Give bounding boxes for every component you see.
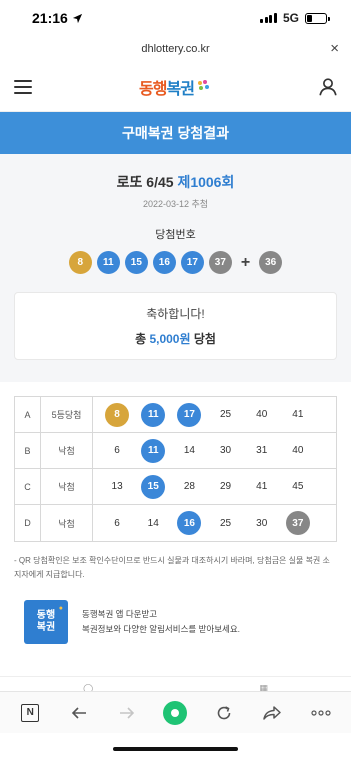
- promo-text: 동행복권 앱 다운받고 복권정보와 다양한 알림서비스를 받아보세요.: [82, 609, 241, 634]
- status-time: 21:16: [32, 10, 83, 26]
- green-dot-button[interactable]: [161, 699, 189, 727]
- home-indicator[interactable]: [113, 747, 238, 751]
- winning-ball: 11: [96, 251, 120, 274]
- ticket-number: 37: [285, 511, 310, 535]
- naver-home-button[interactable]: N: [16, 699, 44, 727]
- time-text: 21:16: [32, 10, 68, 26]
- winning-ball: 17: [180, 251, 204, 274]
- row-result: 5등당첨: [41, 397, 93, 432]
- network-label: 5G: [282, 11, 299, 25]
- n-icon: N: [21, 703, 40, 722]
- ticket-number: 25: [219, 409, 232, 420]
- share-button[interactable]: [258, 699, 286, 727]
- arrow-right-icon: [120, 706, 135, 719]
- ticket-number: 6: [114, 517, 120, 529]
- status-bar: 21:16 5G: [0, 0, 351, 36]
- status-indicators: 5G: [260, 11, 330, 25]
- site-logo[interactable]: 동행복권: [139, 75, 210, 99]
- logo-text: 동행복권: [139, 80, 195, 98]
- ticket-table: A 5등당첨 8 11 17 25 40 41 B 낙첨 6 11 14 30 31 40 C 낙첨 13 15 28 2…: [14, 396, 337, 542]
- user-icon[interactable]: [317, 76, 339, 98]
- row-numbers: 8 11 17 25 40 41: [93, 402, 336, 427]
- ticket-number: 14: [147, 517, 159, 529]
- ticket-row: A 5등당첨 8 11 17 25 40 41: [15, 397, 336, 433]
- arrow-left-icon: [71, 706, 86, 719]
- ticket-number: 41: [292, 409, 304, 420]
- winning-ball: 8: [68, 251, 92, 274]
- menu-icon[interactable]: [14, 79, 32, 94]
- ticket-row: B 낙첨 6 11 14 30 31 40: [15, 433, 336, 469]
- ticket-number: 40: [292, 445, 304, 456]
- ticket-row: D 낙첨 6 14 16 25 30 37: [15, 505, 336, 541]
- location-arrow-icon: [72, 13, 82, 23]
- ticket-row: C 낙첨 13 15 28 29 41 45: [15, 469, 336, 505]
- bonus-ball: 36: [259, 251, 283, 274]
- row-numbers: 6 11 14 30 31 40: [93, 438, 336, 463]
- more-icon: [311, 709, 331, 716]
- ticket-number: 14: [183, 445, 195, 456]
- ticket-number: 25: [219, 517, 232, 529]
- game-name: 로또 6/45: [116, 174, 174, 190]
- site-header: 동행복권: [0, 62, 351, 112]
- ticket-number: 17: [177, 402, 202, 427]
- url-text[interactable]: dhlottery.co.kr: [141, 43, 209, 55]
- row-letter: B: [15, 433, 41, 468]
- prize-box: 축하합니다! 총 5,000원 당첨: [14, 292, 337, 360]
- more-button[interactable]: [307, 699, 335, 727]
- winning-ball: 15: [124, 251, 148, 274]
- row-letter: D: [15, 505, 41, 541]
- forward-button[interactable]: [113, 699, 141, 727]
- close-icon[interactable]: ×: [330, 40, 339, 57]
- ticket-number: 11: [141, 438, 166, 463]
- ticket-number: 41: [256, 481, 268, 492]
- battery-icon: [305, 12, 330, 24]
- ticket-number: 16: [177, 511, 202, 535]
- game-title: 로또 6/45 제1006회: [14, 172, 337, 192]
- ticket-number: 11: [141, 402, 166, 427]
- signal-icon: [260, 13, 277, 23]
- congrats-message: 축하합니다!: [146, 307, 205, 321]
- green-dot-icon: [163, 700, 188, 725]
- app-promo[interactable]: ● 동행 복권 동행복권 앱 다운받고 복권정보와 다양한 알림서비스를 받아보세…: [24, 600, 327, 644]
- ticket-number: 6: [114, 445, 120, 456]
- ticket-number: 8: [105, 402, 130, 427]
- address-bar[interactable]: dhlottery.co.kr ×: [0, 36, 351, 62]
- app-icon[interactable]: ● 동행 복권: [24, 600, 68, 644]
- reload-button[interactable]: [210, 699, 238, 727]
- notice-text: - QR 당첨확인은 보조 확인수단이므로 반드시 실물과 대조하시기 바라며,…: [14, 556, 330, 579]
- row-letter: A: [15, 397, 41, 432]
- back-button[interactable]: [65, 699, 93, 727]
- row-result: 낙첨: [41, 433, 93, 468]
- prize-money: 5,000원: [149, 332, 191, 346]
- row-result: 낙첨: [41, 505, 93, 541]
- draw-date: 2022-03-12 추첨: [142, 199, 209, 209]
- page-title: 구매복권 당첨결과: [0, 112, 351, 154]
- ticket-number: 28: [183, 481, 195, 492]
- winning-numbers: 8 11 15 16 17 37 +36: [14, 251, 337, 274]
- share-icon: [263, 705, 282, 720]
- winning-ball: 16: [152, 251, 176, 274]
- browser-toolbar: N: [0, 691, 351, 733]
- logo-mark-icon: [197, 79, 209, 90]
- row-letter: C: [15, 469, 41, 504]
- ticket-number: 30: [219, 445, 232, 456]
- ticket-number: 31: [256, 445, 268, 456]
- ticket-number: 29: [219, 481, 232, 492]
- ticket-number: 30: [256, 517, 268, 529]
- ticket-number: 15: [141, 474, 166, 499]
- ticket-number: 45: [292, 481, 304, 492]
- winning-numbers-label: 당첨번호: [155, 229, 196, 241]
- result-summary: 로또 6/45 제1006회 2022-03-12 추첨 당첨번호 8 11 15 1…: [0, 154, 351, 382]
- row-numbers: 6 14 16 25 30 37: [93, 511, 336, 535]
- reload-icon: [217, 705, 231, 719]
- plus-sign: +: [240, 253, 251, 271]
- row-numbers: 13 15 28 29 41 45: [93, 474, 336, 499]
- game-round: 제1006회: [177, 174, 235, 190]
- prize-amount: 총 5,000원 당첨: [135, 332, 216, 346]
- row-result: 낙첨: [41, 469, 93, 504]
- winning-ball: 37: [208, 251, 232, 274]
- ticket-number: 13: [111, 481, 123, 492]
- ticket-number: 40: [256, 409, 268, 420]
